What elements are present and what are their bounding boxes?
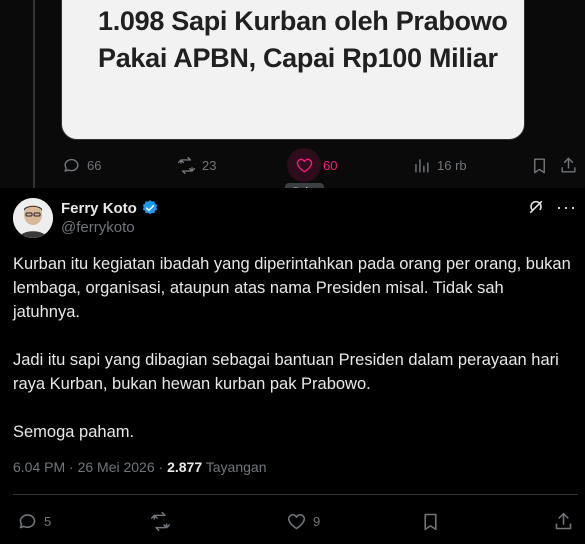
bookmark-icon: [534, 157, 545, 173]
views-button[interactable]: 16 rb: [412, 150, 467, 180]
like-hover-highlight: [287, 148, 321, 182]
tweet-actions: 5 9: [0, 506, 585, 536]
heart-icon: [296, 158, 312, 173]
share-button[interactable]: [553, 506, 574, 536]
reply-count: 5: [44, 513, 52, 529]
share-button[interactable]: [559, 150, 578, 180]
reply-icon: [19, 513, 36, 528]
like-button[interactable]: 60: [287, 148, 338, 182]
main-tweet: Ferry Koto @ferrykoto ··· Kurban itu keg…: [0, 188, 585, 544]
share-icon: [555, 512, 572, 529]
heart-icon: [287, 513, 306, 529]
retweet-icon: [177, 156, 196, 174]
views-label: Tayangan: [205, 459, 267, 475]
share-icon: [561, 157, 576, 173]
bookmark-icon: [424, 513, 437, 530]
author-name[interactable]: Ferry Koto: [61, 200, 137, 217]
views-count: 2.877: [167, 459, 203, 475]
tweet-paragraph: Semoga paham.: [13, 423, 135, 441]
reply-count: 66: [87, 157, 102, 173]
retweet-icon: [150, 511, 171, 531]
media-card[interactable]: 1.098 Sapi Kurban oleh Prabowo Pakai APB…: [61, 0, 525, 140]
divider: [13, 494, 578, 495]
reply-button[interactable]: 66: [62, 150, 101, 180]
more-options-icon[interactable]: ···: [556, 198, 577, 216]
reply-button[interactable]: 5: [17, 506, 51, 536]
verified-badge-icon: [142, 200, 157, 215]
retweet-count: 23: [202, 157, 217, 173]
grok-icon[interactable]: [526, 197, 546, 217]
timestamp[interactable]: 6.04 PM · 26 Mei 2026 ·: [13, 459, 167, 475]
bookmark-button[interactable]: [530, 150, 549, 180]
tweet-paragraph: Jadi itu sapi yang dibagian sebagai bant…: [13, 351, 559, 393]
retweet-button[interactable]: [150, 506, 171, 536]
tweet-top-controls: ···: [526, 197, 577, 217]
author-name-row[interactable]: Ferry Koto: [61, 199, 159, 217]
bookmark-button[interactable]: [420, 506, 441, 536]
reply-icon: [64, 158, 79, 172]
like-count: 60: [323, 157, 338, 173]
avatar[interactable]: [13, 198, 53, 238]
card-headline: 1.098 Sapi Kurban oleh Prabowo Pakai APB…: [98, 6, 508, 73]
like-count: 9: [313, 513, 321, 529]
tweet-paragraph: Kurban itu kegiatan ibadah yang diperint…: [13, 255, 571, 321]
tweet-meta: 6.04 PM · 26 Mei 2026 · 2.877 Tayangan: [13, 459, 266, 475]
retweet-button[interactable]: 23: [177, 150, 216, 180]
previous-tweet-actions: 66 23 60 16 rb: [0, 148, 585, 182]
author-handle[interactable]: @ferrykoto: [61, 219, 135, 236]
analytics-icon: [415, 158, 429, 173]
tweet-text: Kurban itu kegiatan ibadah yang diperint…: [13, 252, 573, 468]
avatar-portrait-icon: [13, 198, 53, 238]
like-button[interactable]: 9: [286, 506, 320, 536]
views-count: 16 rb: [437, 157, 467, 173]
previous-tweet: 1.098 Sapi Kurban oleh Prabowo Pakai APB…: [0, 0, 585, 201]
